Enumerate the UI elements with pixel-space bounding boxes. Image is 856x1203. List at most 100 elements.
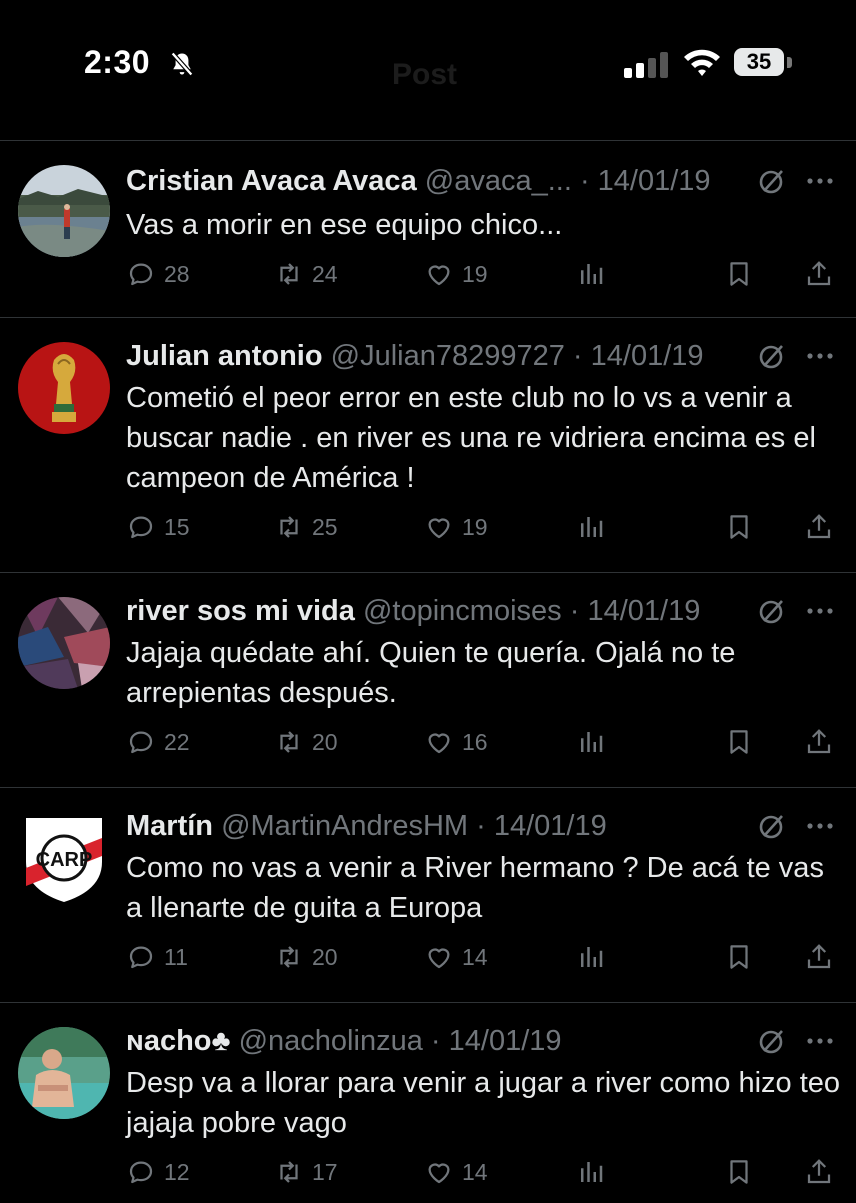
reply-item[interactable]: ɴacho♣ @nacholinzua · 14/01/19 Desp va a… <box>0 1003 856 1203</box>
bookmark-button[interactable] <box>724 510 762 544</box>
grok-icon[interactable] <box>758 167 786 195</box>
comment-icon <box>129 731 153 754</box>
more-options-icon[interactable] <box>806 1037 834 1045</box>
reply-date[interactable]: 14/01/19 <box>587 595 700 627</box>
reply-text: Como no vas a venir a River hermano ? De… <box>126 852 824 924</box>
avatar[interactable] <box>18 597 110 689</box>
share-button[interactable] <box>804 725 842 759</box>
reply-text: Vas a morir en ese equipo chico... <box>126 209 563 241</box>
repost-icon <box>280 263 298 285</box>
reply-button[interactable]: 28 <box>126 257 190 291</box>
comment-icon <box>129 946 153 969</box>
user-handle[interactable]: @topincmoises <box>363 595 562 627</box>
reply-button[interactable]: 11 <box>126 940 188 974</box>
club-suit-symbol: ♣ <box>211 1025 231 1057</box>
svg-text:CARP: CARP <box>36 849 93 871</box>
reply-item[interactable]: CARP Martín @MartinAndresHM · 14/01/19 C… <box>0 788 856 1002</box>
repost-button[interactable]: 20 <box>274 725 338 759</box>
share-button[interactable] <box>804 1155 842 1189</box>
avatar-pool-photo <box>18 1027 110 1119</box>
like-count: 14 <box>462 1158 488 1185</box>
like-button[interactable]: 19 <box>424 510 488 544</box>
grok-icon[interactable] <box>758 812 786 840</box>
grok-icon[interactable] <box>758 342 786 370</box>
views-button[interactable] <box>576 725 614 759</box>
repost-button[interactable]: 24 <box>274 257 338 291</box>
separator-dot: · <box>468 810 494 842</box>
avatar[interactable] <box>18 1027 110 1119</box>
like-count: 16 <box>462 728 488 755</box>
reply-count: 12 <box>164 1158 190 1185</box>
display-name[interactable]: Martín <box>126 810 213 842</box>
display-name[interactable]: Cristian Avaca Avaca <box>126 165 417 197</box>
views-button[interactable] <box>576 1155 614 1189</box>
bookmark-button[interactable] <box>724 1155 762 1189</box>
reply-text: Jajaja quédate ahí. Quien te quería. Oja… <box>126 637 736 709</box>
grok-icon[interactable] <box>758 597 786 625</box>
bookmark-icon <box>730 262 748 286</box>
repost-button[interactable]: 20 <box>274 940 338 974</box>
like-count: 19 <box>462 260 488 287</box>
bookmark-button[interactable] <box>724 940 762 974</box>
repost-icon <box>280 946 298 968</box>
repost-button[interactable]: 17 <box>274 1155 338 1189</box>
more-options-icon[interactable] <box>806 822 834 830</box>
user-handle[interactable]: @nacholinzua <box>239 1025 423 1057</box>
reply-count: 22 <box>164 728 190 755</box>
repost-icon <box>280 516 298 538</box>
share-button[interactable] <box>804 940 842 974</box>
more-options-icon[interactable] <box>806 607 834 615</box>
share-button[interactable] <box>804 257 842 291</box>
share-icon <box>807 944 831 969</box>
avatar[interactable] <box>18 165 110 257</box>
reply-item[interactable]: Cristian Avaca Avaca @avaca_... · 14/01/… <box>0 141 856 317</box>
reply-count: 11 <box>164 943 188 970</box>
status-time: 2:30 <box>84 44 151 80</box>
reply-button[interactable]: 15 <box>126 510 190 544</box>
repost-count: 20 <box>312 728 338 755</box>
views-button[interactable] <box>576 940 614 974</box>
display-name[interactable]: river sos mi vida <box>126 595 355 627</box>
share-icon <box>807 729 831 754</box>
like-button[interactable]: 14 <box>424 1155 488 1189</box>
page-title: Post <box>392 58 458 91</box>
replies-feed: Cristian Avaca Avaca @avaca_... · 14/01/… <box>0 140 856 1203</box>
like-button[interactable]: 14 <box>424 940 488 974</box>
separator-dot: · <box>561 595 588 627</box>
reply-item[interactable]: river sos mi vida @topincmoises · 14/01/… <box>0 573 856 787</box>
user-handle[interactable]: @MartinAndresHM <box>221 810 468 842</box>
reply-button[interactable]: 12 <box>126 1155 190 1189</box>
reply-button[interactable]: 22 <box>126 725 190 759</box>
separator-dot: · <box>571 165 598 197</box>
repost-icon <box>280 1161 298 1183</box>
share-button[interactable] <box>804 510 842 544</box>
comment-icon <box>129 516 153 539</box>
like-button[interactable]: 16 <box>424 725 488 759</box>
display-name[interactable]: ɴacho <box>126 1025 212 1057</box>
more-options-icon[interactable] <box>806 177 834 185</box>
reply-actions: 28 24 19 <box>126 257 836 291</box>
display-name[interactable]: Julian antonio <box>126 340 323 372</box>
repost-button[interactable]: 25 <box>274 510 338 544</box>
reply-date[interactable]: 14/01/19 <box>449 1025 562 1057</box>
views-button[interactable] <box>576 257 614 291</box>
reply-date[interactable]: 14/01/19 <box>598 165 711 197</box>
grok-icon[interactable] <box>758 1027 786 1055</box>
battery-level: 35 <box>746 49 772 74</box>
more-options-icon[interactable] <box>806 352 834 360</box>
bookmark-icon <box>730 515 748 539</box>
avatar[interactable] <box>18 342 110 434</box>
views-button[interactable] <box>576 510 614 544</box>
reply-date[interactable]: 14/01/19 <box>591 340 704 372</box>
like-button[interactable]: 19 <box>424 257 488 291</box>
user-handle[interactable]: @avaca_... <box>425 165 572 197</box>
reply-text: Desp va a llorar para venir a jugar a ri… <box>126 1067 841 1139</box>
bookmark-button[interactable] <box>724 257 762 291</box>
bookmark-icon <box>730 730 748 754</box>
user-handle[interactable]: @Julian78299727 <box>331 340 565 372</box>
bookmark-button[interactable] <box>724 725 762 759</box>
avatar[interactable]: CARP <box>18 812 110 904</box>
reply-item[interactable]: Julian antonio @Julian78299727 · 14/01/1… <box>0 318 856 572</box>
reply-date[interactable]: 14/01/19 <box>494 810 607 842</box>
repost-icon <box>280 731 298 753</box>
